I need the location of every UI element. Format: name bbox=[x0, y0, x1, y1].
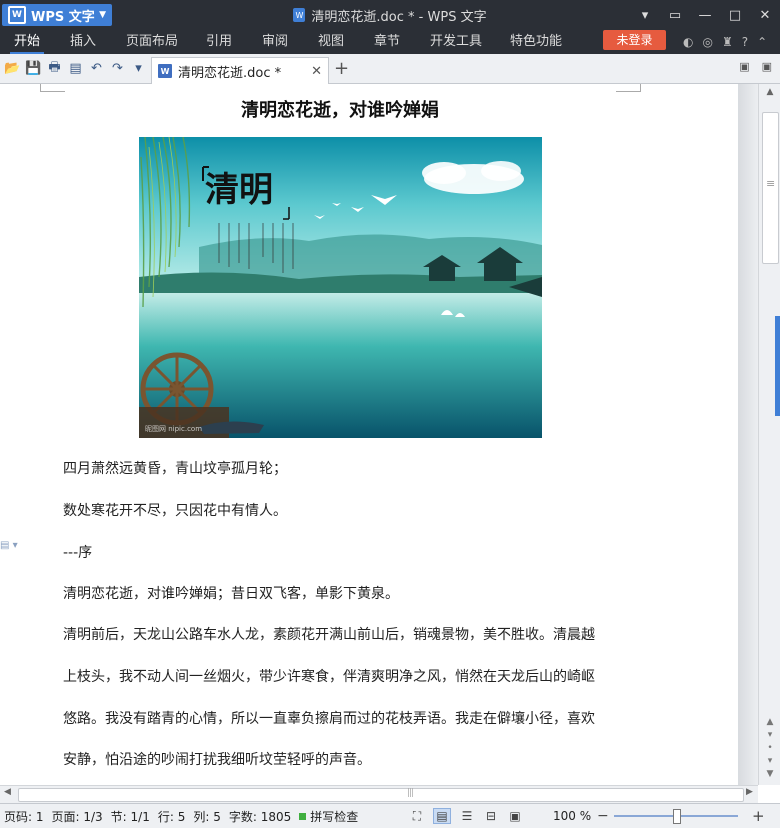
new-tab-button[interactable]: + bbox=[334, 58, 349, 79]
paragraph-body-line-2[interactable]: 上枝头，我不动人间一丝烟火，带少许寒食，伴清爽明净之风，悄然在天龙后山的崎岖 bbox=[63, 666, 595, 686]
tab-chapter[interactable]: 章节 bbox=[374, 30, 400, 54]
open-icon[interactable]: 📂 bbox=[2, 61, 23, 76]
tab-developer[interactable]: 开发工具 bbox=[430, 30, 482, 54]
document-tab-label: 清明恋花逝.doc * bbox=[178, 65, 282, 81]
zoom-out-button[interactable]: − bbox=[597, 804, 609, 828]
zoom-level[interactable]: 100 % bbox=[553, 804, 591, 828]
status-section[interactable]: 节: 1/1 bbox=[107, 808, 154, 825]
undo-icon[interactable]: ↶ bbox=[86, 61, 107, 76]
tab-layout-icon[interactable]: ▣ bbox=[762, 60, 772, 73]
paragraph-body-line-3[interactable]: 悠路。我没有踏青的心情，所以一直辜负擦肩而过的花枝弄语。我走在僻壤小径，喜欢 bbox=[63, 708, 595, 728]
scroll-up-arrow-icon[interactable]: ▲ bbox=[759, 84, 780, 100]
restore-layout-icon[interactable]: ▭ bbox=[660, 0, 690, 30]
close-tab-icon[interactable]: ✕ bbox=[311, 64, 322, 79]
redo-icon[interactable]: ↷ bbox=[107, 61, 128, 76]
paragraph-poem-line-2[interactable]: 数处寒花开不尽，只因花中有情人。 bbox=[63, 500, 287, 520]
horizontal-scroll-thumb[interactable] bbox=[18, 788, 744, 802]
status-page[interactable]: 页面: 1/3 bbox=[48, 808, 107, 825]
close-button[interactable]: ✕ bbox=[750, 0, 780, 30]
minimize-button[interactable]: — bbox=[690, 0, 720, 30]
svg-text:清明: 清明 bbox=[205, 170, 273, 210]
web-view-icon[interactable]: ⊟ bbox=[483, 809, 499, 823]
theme-icon[interactable]: ♜ bbox=[722, 35, 733, 49]
toolbar-right-icons: ▣ ▣ bbox=[739, 60, 772, 73]
sync-icon[interactable]: ◎ bbox=[702, 35, 712, 49]
tab-view[interactable]: 视图 bbox=[318, 30, 344, 54]
skin-icon[interactable]: ◐ bbox=[683, 35, 693, 49]
help-icon[interactable]: ? bbox=[742, 35, 748, 49]
spell-check-toggle[interactable]: 拼写检查 bbox=[295, 808, 362, 825]
options-dropdown-icon[interactable]: ▾ bbox=[630, 0, 660, 30]
title-bar: W WPS 文字 ▼ W 清明恋花逝.doc * - WPS 文字 ▾ ▭ — … bbox=[0, 0, 780, 30]
ribbon-right-icons: ◐ ◎ ♜ ? ⌃ bbox=[683, 30, 767, 54]
status-row[interactable]: 行: 5 bbox=[154, 808, 190, 825]
page-navigation-icons[interactable]: ▲ ▾ • ▾ ▼ bbox=[759, 716, 780, 781]
tab-home[interactable]: 开始 bbox=[9, 30, 45, 54]
scroll-left-arrow-icon[interactable]: ◀ bbox=[4, 787, 11, 797]
tab-references[interactable]: 引用 bbox=[206, 30, 232, 54]
vertical-scrollbar[interactable]: ▲ ▲▾•▾▼ bbox=[758, 84, 780, 785]
app-name: WPS 文字 bbox=[31, 9, 95, 25]
tab-list-icon[interactable]: ▣ bbox=[739, 60, 749, 73]
svg-text:昵图网 nipic.com: 昵图网 nipic.com bbox=[145, 425, 202, 433]
page-margin-corner-right bbox=[616, 84, 641, 92]
status-column[interactable]: 列: 5 bbox=[189, 808, 225, 825]
outline-view-icon[interactable]: ☰ bbox=[459, 809, 475, 823]
paragraph-couplet[interactable]: 清明恋花逝，对谁吟婵娟；昔日双飞客，单影下黄泉。 bbox=[63, 583, 399, 603]
save-icon[interactable]: 💾 bbox=[23, 61, 44, 76]
tab-page-layout[interactable]: 页面布局 bbox=[126, 30, 178, 54]
vertical-scroll-thumb[interactable] bbox=[762, 112, 779, 264]
window-title-text: 清明恋花逝.doc * - WPS 文字 bbox=[311, 9, 487, 25]
side-panel-handle[interactable] bbox=[775, 316, 780, 416]
page-margin-corner-left bbox=[40, 84, 65, 92]
tab-special-features[interactable]: 特色功能 bbox=[510, 30, 562, 54]
paragraph-preface[interactable]: ---序 bbox=[63, 542, 92, 562]
page-gutter bbox=[738, 84, 758, 785]
ribbon-tabs: 开始 插入 页面布局 引用 审阅 视图 章节 开发工具 特色功能 未登录 ◐ ◎… bbox=[0, 30, 780, 54]
document-tab[interactable]: W 清明恋花逝.doc * ✕ bbox=[151, 57, 329, 84]
caret-down-icon: ▼ bbox=[99, 10, 106, 20]
word-document-icon: W bbox=[158, 64, 172, 78]
document-title: 清明恋花逝，对谁吟婵娟 bbox=[241, 100, 439, 121]
quick-access-toolbar: 📂 💾 🖶 ▤ ↶ ↷ ▾ W 清明恋花逝.doc * ✕ + ▣ ▣ bbox=[0, 54, 780, 84]
zoom-in-button[interactable]: + bbox=[752, 804, 765, 828]
spell-check-label: 拼写检查 bbox=[310, 809, 359, 824]
page-view-icon[interactable]: ▤ bbox=[433, 808, 451, 824]
scroll-right-arrow-icon[interactable]: ▶ bbox=[746, 787, 753, 797]
tab-insert[interactable]: 插入 bbox=[70, 30, 96, 54]
qingming-poster-image[interactable]: 清明 昵图网 nipic.com bbox=[139, 137, 542, 438]
customize-dropdown-icon[interactable]: ▾ bbox=[128, 61, 149, 76]
app-menu-button[interactable]: W WPS 文字 ▼ bbox=[2, 4, 112, 26]
full-screen-view-icon[interactable]: ⛶ bbox=[409, 809, 425, 824]
status-bar: 页码: 1 页面: 1/3 节: 1/1 行: 5 列: 5 字数: 1805 … bbox=[0, 803, 780, 828]
view-mode-buttons: ⛶ ▤ ☰ ⊟ ▣ bbox=[409, 804, 523, 828]
window-controls: ▾ ▭ — □ ✕ bbox=[630, 0, 780, 30]
spell-check-status-icon bbox=[299, 812, 307, 820]
document-icon: W bbox=[293, 8, 306, 22]
collapse-ribbon-icon[interactable]: ⌃ bbox=[757, 35, 767, 49]
paragraph-options-icon[interactable]: ▤ ▾ bbox=[0, 540, 18, 551]
tab-review[interactable]: 审阅 bbox=[262, 30, 288, 54]
wps-logo-icon: W bbox=[8, 6, 26, 24]
status-page-code[interactable]: 页码: 1 bbox=[0, 808, 48, 825]
zoom-slider-knob[interactable] bbox=[673, 809, 681, 824]
status-word-count[interactable]: 字数: 1805 bbox=[225, 808, 295, 825]
paragraph-body-line-4[interactable]: 安静，怕沿途的吵闹打扰我细听坟茔轻呼的声音。 bbox=[63, 749, 371, 769]
login-button[interactable]: 未登录 bbox=[603, 30, 666, 50]
print-preview-icon[interactable]: ▤ bbox=[65, 61, 86, 76]
reading-view-icon[interactable]: ▣ bbox=[507, 809, 523, 823]
quick-access-icons: 📂 💾 🖶 ▤ ↶ ↷ ▾ bbox=[2, 54, 149, 83]
paragraph-body-line-1[interactable]: 清明前后，天龙山公路车水人龙，素颜花开满山前山后，销魂景物，美不胜收。清晨越 bbox=[63, 624, 595, 644]
document-canvas[interactable]: 清明恋花逝，对谁吟婵娟 清明 昵图网 nipic.com 四月萧然远黄昏，青山坟… bbox=[0, 84, 758, 785]
maximize-button[interactable]: □ bbox=[720, 0, 750, 30]
horizontal-scrollbar[interactable]: ◀ ▶ bbox=[0, 785, 758, 803]
print-icon[interactable]: 🖶 bbox=[44, 58, 65, 80]
paragraph-poem-line-1[interactable]: 四月萧然远黄昏，青山坟亭孤月轮； bbox=[63, 458, 287, 478]
